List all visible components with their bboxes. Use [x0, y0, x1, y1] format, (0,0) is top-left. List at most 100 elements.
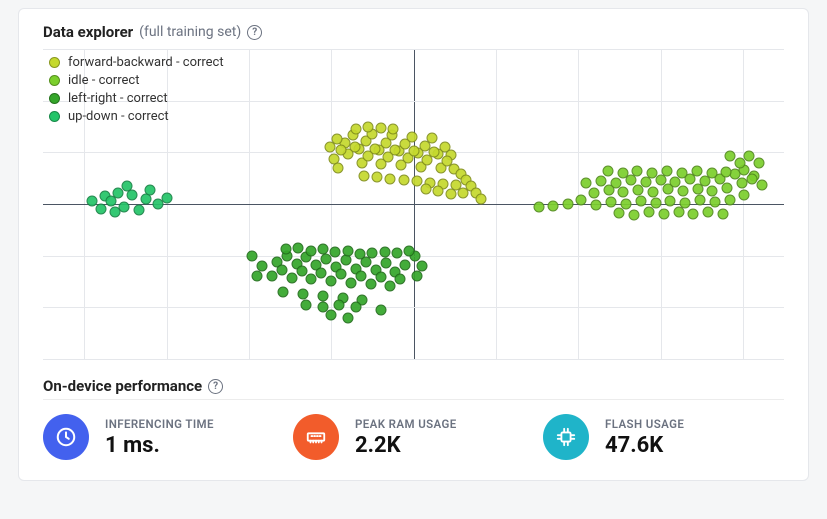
data-point[interactable] [688, 209, 699, 220]
data-point[interactable] [617, 168, 628, 179]
data-point[interactable] [591, 200, 602, 211]
data-point[interactable] [406, 131, 417, 142]
data-point[interactable] [548, 201, 559, 212]
data-point[interactable] [662, 165, 673, 176]
data-point[interactable] [744, 151, 755, 162]
data-point[interactable] [614, 208, 625, 219]
data-point[interactable] [721, 166, 732, 177]
data-point[interactable] [703, 206, 714, 217]
data-point[interactable] [326, 310, 337, 321]
data-point[interactable] [161, 192, 172, 203]
data-point[interactable] [365, 279, 376, 290]
data-point[interactable] [420, 183, 431, 194]
data-point[interactable] [476, 193, 487, 204]
data-point[interactable] [133, 205, 144, 216]
help-icon[interactable]: ? [208, 379, 223, 394]
legend-item[interactable]: idle - correct [49, 73, 224, 88]
data-point[interactable] [252, 271, 263, 282]
data-point[interactable] [673, 206, 684, 217]
data-point[interactable] [629, 210, 640, 221]
data-point[interactable] [756, 180, 767, 191]
data-point[interactable] [695, 195, 706, 206]
data-point[interactable] [342, 312, 353, 323]
data-point[interactable] [647, 168, 658, 179]
data-point[interactable] [411, 271, 422, 282]
data-point[interactable] [691, 165, 702, 176]
data-point[interactable] [317, 244, 328, 255]
data-point[interactable] [350, 302, 361, 313]
data-point[interactable] [266, 271, 277, 282]
data-point[interactable] [400, 259, 411, 270]
data-point[interactable] [387, 123, 398, 134]
data-point[interactable] [385, 280, 396, 291]
data-point[interactable] [293, 243, 304, 254]
data-point[interactable] [296, 266, 307, 277]
data-point[interactable] [355, 270, 366, 281]
data-point[interactable] [316, 267, 327, 278]
data-point[interactable] [379, 246, 390, 257]
data-point[interactable] [635, 196, 646, 207]
data-point[interactable] [706, 168, 717, 179]
data-point[interactable] [326, 275, 337, 286]
data-point[interactable] [433, 185, 444, 196]
scatter-chart[interactable]: forward-backward - correct idle - correct… [43, 49, 784, 359]
data-point[interactable] [286, 272, 297, 283]
data-point[interactable] [677, 186, 688, 197]
data-point[interactable] [665, 195, 676, 206]
data-point[interactable] [618, 187, 629, 198]
data-point[interactable] [533, 202, 544, 213]
data-point[interactable] [588, 187, 599, 198]
data-point[interactable] [576, 194, 587, 205]
data-point[interactable] [389, 144, 400, 155]
data-point[interactable] [563, 199, 574, 210]
data-point[interactable] [718, 209, 729, 220]
data-point[interactable] [336, 269, 347, 280]
data-point[interactable] [121, 181, 132, 192]
data-point[interactable] [722, 182, 733, 193]
data-point[interactable] [330, 246, 341, 257]
data-point[interactable] [276, 264, 287, 275]
data-point[interactable] [404, 245, 415, 256]
data-point[interactable] [398, 174, 409, 185]
data-point[interactable] [334, 299, 345, 310]
data-point[interactable] [395, 273, 406, 284]
data-point[interactable] [375, 122, 386, 133]
data-point[interactable] [392, 248, 403, 259]
data-point[interactable] [350, 142, 361, 153]
data-point[interactable] [426, 133, 437, 144]
data-point[interactable] [280, 244, 291, 255]
data-point[interactable] [350, 124, 361, 135]
legend-item[interactable]: forward-backward - correct [49, 55, 224, 70]
data-point[interactable] [359, 170, 370, 181]
data-point[interactable] [739, 190, 750, 201]
data-point[interactable] [301, 299, 312, 310]
data-point[interactable] [369, 143, 380, 154]
data-point[interactable] [324, 142, 335, 153]
data-point[interactable] [445, 188, 456, 199]
data-point[interactable] [662, 184, 673, 195]
data-point[interactable] [416, 261, 427, 272]
data-point[interactable] [354, 248, 365, 259]
data-point[interactable] [342, 245, 353, 256]
data-point[interactable] [648, 186, 659, 197]
data-point[interactable] [298, 288, 309, 299]
data-point[interactable] [606, 196, 617, 207]
data-point[interactable] [724, 151, 735, 162]
data-point[interactable] [457, 187, 468, 198]
data-point[interactable] [734, 157, 745, 168]
data-point[interactable] [632, 165, 643, 176]
data-point[interactable] [332, 162, 343, 173]
data-point[interactable] [375, 272, 386, 283]
data-point[interactable] [633, 184, 644, 195]
data-point[interactable] [145, 184, 156, 195]
data-point[interactable] [375, 304, 386, 315]
data-point[interactable] [754, 157, 765, 168]
data-point[interactable] [372, 172, 383, 183]
data-point[interactable] [380, 258, 391, 269]
legend-item[interactable]: left-right - correct [49, 91, 224, 106]
data-point[interactable] [658, 209, 669, 220]
data-point[interactable] [105, 196, 116, 207]
data-point[interactable] [692, 183, 703, 194]
data-point[interactable] [385, 173, 396, 184]
data-point[interactable] [363, 121, 374, 132]
